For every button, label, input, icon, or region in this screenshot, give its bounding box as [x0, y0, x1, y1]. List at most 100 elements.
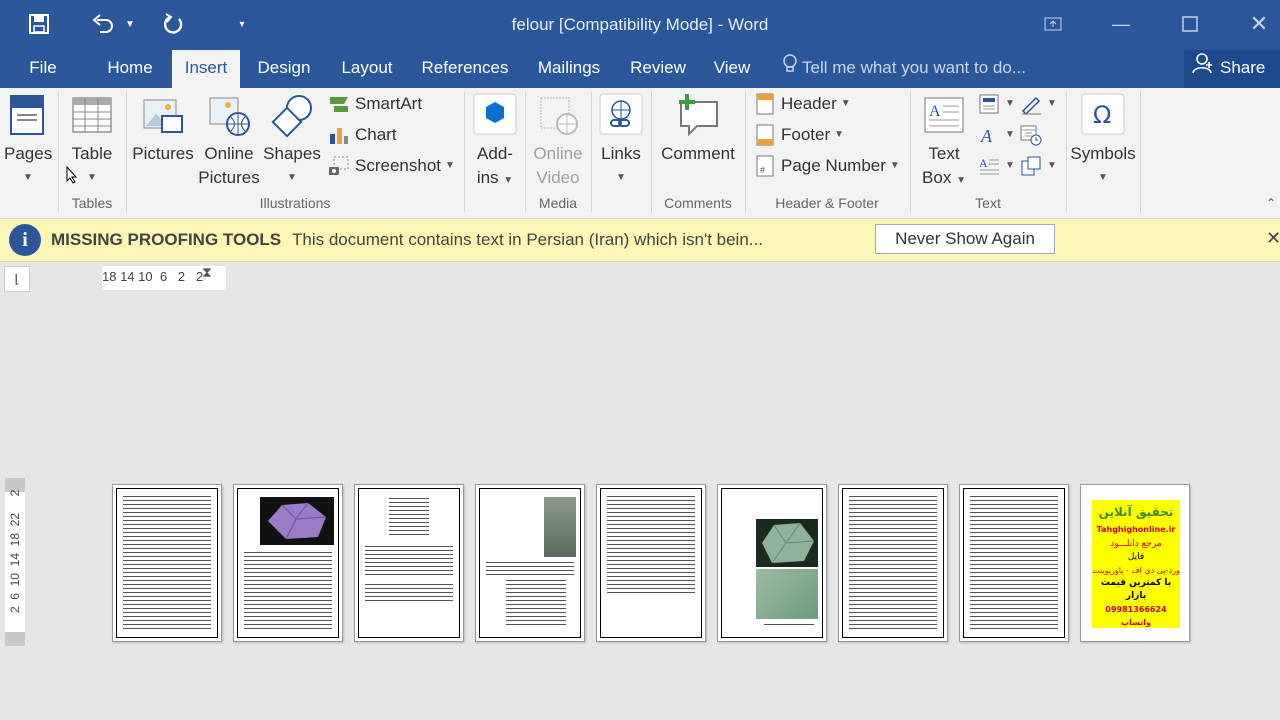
object-button[interactable]: ▼ [1020, 152, 1057, 180]
date-time-button[interactable] [1020, 121, 1047, 149]
close-message-bar-icon[interactable]: ✕ [1266, 228, 1280, 249]
indent-marker-icon[interactable]: ⧗ [202, 264, 212, 281]
group-label-header-footer: Header & Footer [775, 195, 879, 211]
group-label-illustrations: Illustrations [259, 195, 331, 211]
store-icon [472, 92, 518, 138]
tab-design[interactable]: Design [248, 50, 320, 88]
tab-view[interactable]: View [706, 50, 758, 88]
shapes-button[interactable]: Shapes ▼ [262, 90, 322, 190]
never-show-again-button[interactable]: Never Show Again [875, 224, 1055, 254]
group-label-comments: Comments [664, 195, 732, 211]
group-label-text: Text [975, 195, 1001, 211]
message-bar-title: MISSING PROOFING TOOLS [51, 230, 282, 249]
link-icon [598, 92, 644, 138]
online-video-button[interactable]: Online Video [530, 90, 586, 190]
collapse-ribbon-icon[interactable]: ⌃ [1266, 196, 1276, 210]
divider [651, 92, 652, 212]
window-title: felour [Compatibility Mode] - Word [511, 15, 769, 34]
text-box-label-2: Box ▼ [922, 168, 966, 187]
screenshot-button[interactable]: Screenshot ▼ [328, 152, 455, 180]
ad-page-thumbnail[interactable]: تحقیق آنلاین Tahghighonline.ir مرجع دانل… [1080, 484, 1190, 642]
links-button[interactable]: Links ▼ [596, 90, 646, 190]
ad-line-1: تحقیق آنلاین [1098, 505, 1174, 519]
add-ins-button[interactable]: Add- ins ▼ [470, 90, 520, 193]
drop-cap-button[interactable]: A ▼ [978, 152, 1015, 180]
page-thumbnail[interactable] [475, 484, 585, 642]
svg-text:#: # [760, 165, 765, 175]
tab-file[interactable]: File [16, 50, 70, 88]
divider [910, 92, 911, 212]
pages-button[interactable]: Pages ▼ [4, 90, 52, 190]
tab-home[interactable]: Home [96, 50, 164, 88]
chevron-down-icon: ▼ [1005, 129, 1015, 140]
page-number-button[interactable]: # Page Number ▼ [754, 152, 900, 180]
tab-review[interactable]: Review [622, 50, 694, 88]
online-video-icon [535, 92, 581, 138]
text-box-label-1: Text [928, 144, 960, 163]
amethyst-image [260, 497, 334, 545]
pages-label: Pages [4, 144, 53, 163]
ribbon-display-options-icon[interactable] [1030, 8, 1076, 40]
tab-selector-icon[interactable]: ⌊ [4, 266, 30, 292]
chevron-down-icon: ▼ [840, 98, 851, 109]
ad-line-2: Tahghighonline.ir [1096, 525, 1176, 534]
tell-me-box[interactable]: Tell me what you want to do... [782, 50, 1026, 88]
ad-line-4: فایل [1127, 552, 1145, 562]
smartart-button[interactable]: SmartArt [328, 90, 422, 118]
comment-button[interactable]: Comment [656, 90, 740, 166]
picture-icon [140, 92, 186, 138]
tab-references[interactable]: References [414, 50, 516, 88]
page-thumbnail[interactable] [233, 484, 343, 642]
tab-layout[interactable]: Layout [332, 50, 402, 88]
smartart-icon [328, 93, 350, 115]
ad-line-5: ورد-پی دی اف - پاورپوینت [1092, 566, 1180, 575]
info-icon: i [9, 224, 41, 256]
page-thumbnail[interactable] [596, 484, 706, 642]
chevron-down-icon: ▼ [1047, 160, 1057, 171]
page-thumbnail[interactable] [838, 484, 948, 642]
table-label: Table [71, 144, 113, 163]
pictures-button[interactable]: Pictures [132, 90, 194, 166]
symbols-button[interactable]: Ω Symbols ▼ [1068, 90, 1138, 190]
maximize-icon[interactable] [1167, 8, 1213, 40]
online-pictures-label-1: Online [204, 144, 254, 163]
table-icon [69, 92, 115, 138]
chevron-down-icon: ▼ [834, 129, 845, 140]
wordart-button[interactable]: A ▼ [978, 121, 1015, 149]
close-icon[interactable]: ✕ [1236, 8, 1280, 40]
quick-parts-button[interactable]: ▼ [978, 90, 1015, 118]
ribbon-insert: Pages ▼ Table ▼ Tables Pictures Online P… [0, 88, 1280, 219]
text-box-button[interactable]: A Text Box ▼ [916, 90, 972, 193]
online-video-label-1: Online [533, 144, 583, 163]
minimize-icon[interactable]: — [1098, 8, 1144, 40]
person-icon [1192, 51, 1214, 87]
message-bar: i MISSING PROOFING TOOLS This document c… [0, 219, 1280, 262]
ad-line-6: با کمترین قیمت بازار [1100, 578, 1172, 601]
chevron-down-icon: ▼ [1005, 160, 1015, 171]
page-thumbnail[interactable] [959, 484, 1069, 642]
add-ins-label-1: Add- [477, 144, 513, 163]
page-thumbnail[interactable] [112, 484, 222, 642]
message-bar-text: This document contains text in Persian (… [292, 230, 763, 249]
online-pictures-button[interactable]: Online Pictures [198, 90, 260, 190]
header-button[interactable]: Header ▼ [754, 90, 851, 118]
title-bar: ▼ ▾ felour [Compatibility Mode] - Word —… [0, 0, 1280, 50]
page-number-icon: # [754, 155, 776, 177]
signature-line-button[interactable]: ▼ [1020, 90, 1057, 118]
object-icon [1020, 155, 1042, 177]
pictures-label: Pictures [132, 144, 194, 163]
share-button[interactable]: Share [1184, 50, 1280, 88]
vertical-ruler[interactable]: 2 2 6 10 14 18 22 [5, 478, 25, 646]
page-thumbnail[interactable] [717, 484, 827, 642]
tell-me-placeholder: Tell me what you want to do... [802, 58, 1026, 77]
symbols-label: Symbols [1070, 144, 1136, 163]
page-thumbnail[interactable] [354, 484, 464, 642]
mineral-image-bottom [756, 569, 818, 619]
footer-button[interactable]: Footer ▼ [754, 121, 844, 149]
tab-insert[interactable]: Insert [172, 50, 240, 88]
wordart-icon: A [978, 124, 1000, 146]
svg-text:A: A [929, 103, 941, 120]
divider [525, 92, 526, 212]
chart-button[interactable]: Chart [328, 121, 397, 149]
tab-mailings[interactable]: Mailings [528, 50, 610, 88]
